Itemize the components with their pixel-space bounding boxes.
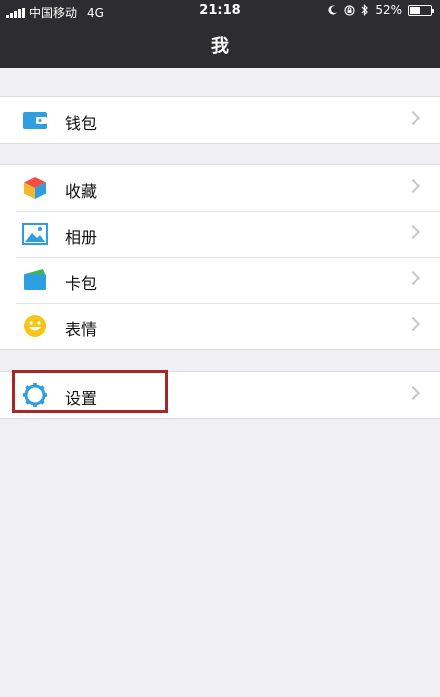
group-content: 收藏 相册 卡包 表情 [0,164,440,350]
rotation-lock-icon [344,4,355,16]
page-title: 我 [211,36,229,57]
wallet-icon [23,112,47,129]
card-icon [24,269,46,290]
group-settings: 设置 [0,371,440,419]
menu-item-label: 卡包 [65,274,98,293]
moon-icon [328,5,338,15]
chevron-right-icon [405,270,421,286]
menu-item-album[interactable]: 相册 [0,211,440,257]
group-wallet: 钱包 [0,96,440,144]
menu-item-label: 表情 [65,320,98,339]
chevron-right-icon [405,224,421,240]
bluetooth-icon [361,4,369,16]
battery-percent: 52% [375,3,402,17]
menu-item-settings[interactable]: 设置 [0,372,440,418]
chevron-right-icon [405,178,421,194]
battery-icon [408,4,434,16]
photo-icon [22,223,48,245]
menu-item-label: 相册 [65,228,98,247]
chevron-right-icon [405,385,421,401]
menu-item-label: 设置 [65,389,98,408]
chevron-right-icon [405,110,421,126]
gear-icon [23,383,47,407]
menu-item-label: 收藏 [65,182,98,201]
menu-item-wallet[interactable]: 钱包 [0,97,440,143]
menu-item-cards[interactable]: 卡包 [0,257,440,303]
menu-item-label: 钱包 [65,114,98,133]
cube-icon [24,177,46,199]
chevron-right-icon [405,316,421,332]
nav-bar: 我 [0,22,440,68]
menu-item-stickers[interactable]: 表情 [0,303,440,349]
status-bar: 中国移动 4G 21:18 52% [0,0,440,22]
menu-item-favorites[interactable]: 收藏 [0,165,440,211]
smiley-icon [24,315,46,337]
